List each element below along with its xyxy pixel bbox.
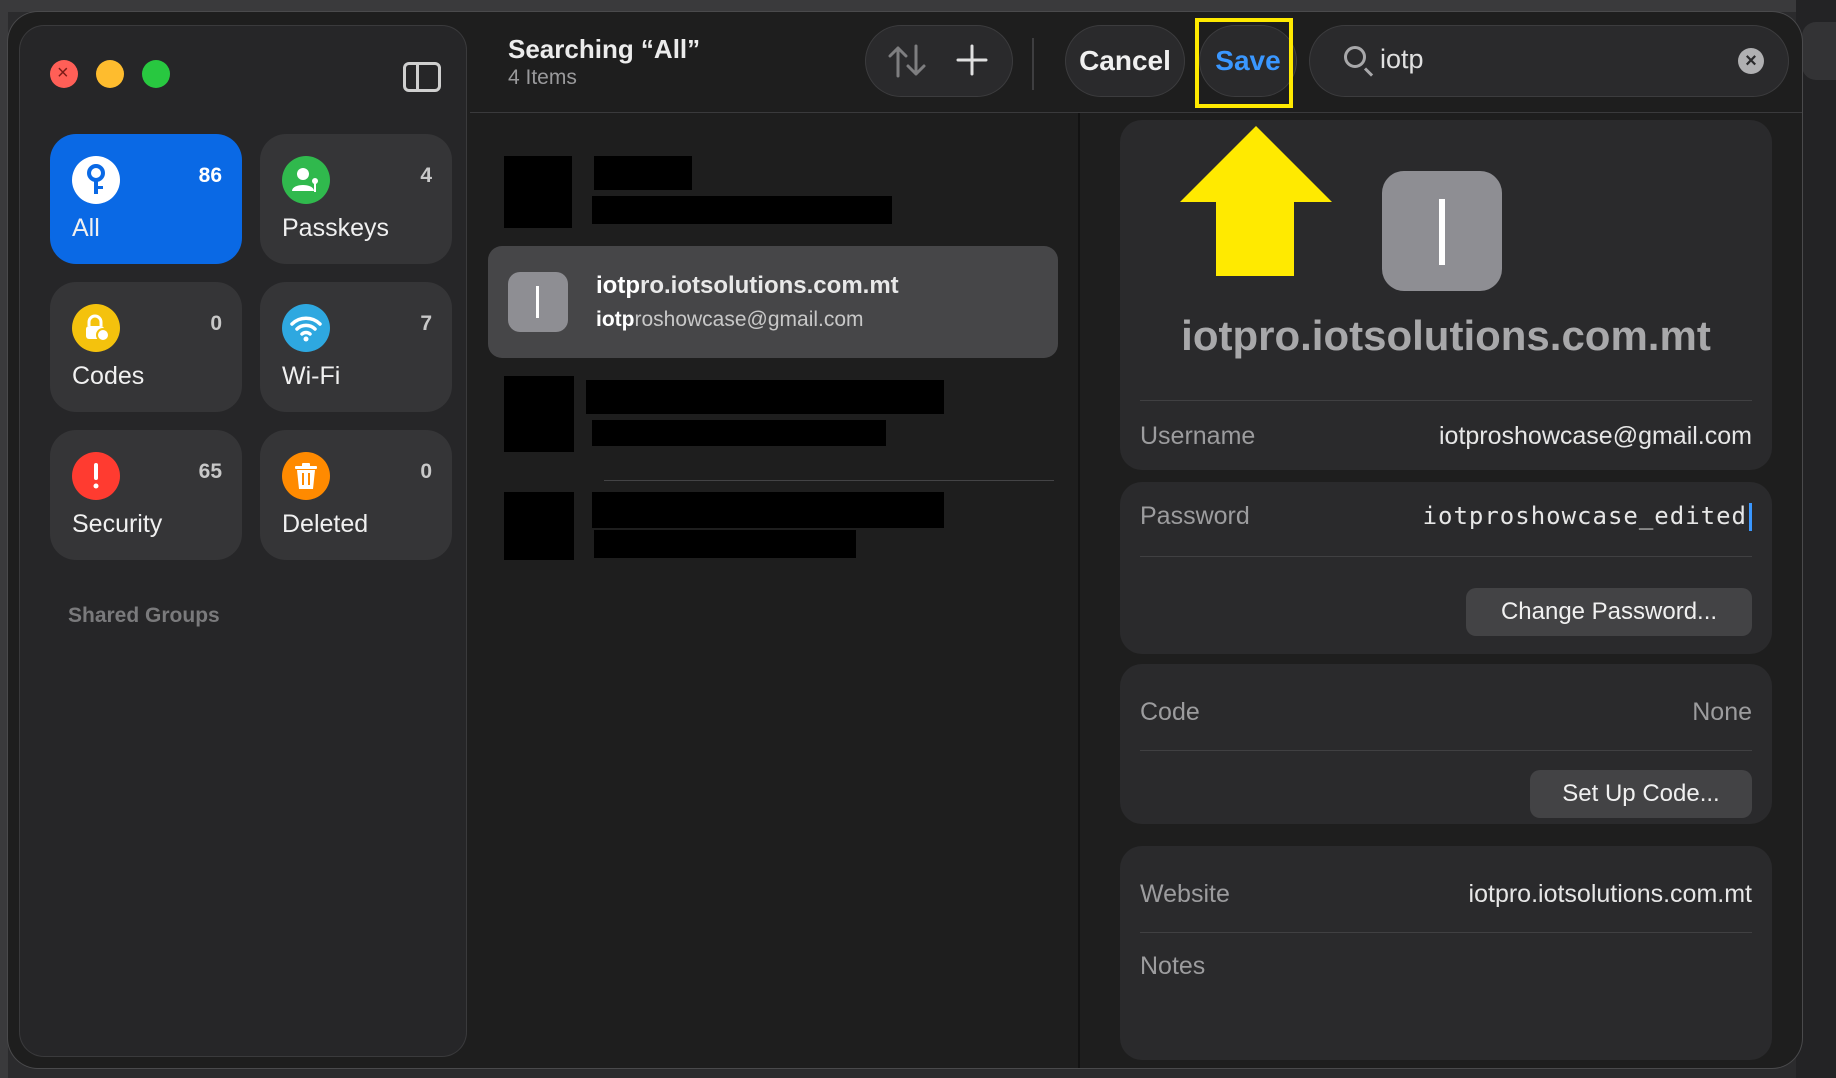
passkey-person-icon [282, 156, 330, 204]
category-tile-all[interactable]: 86 All [50, 134, 242, 264]
category-tile-codes[interactable]: 0 Codes [50, 282, 242, 412]
category-count: 0 [210, 312, 222, 335]
redacted-row-subtitle [594, 530, 856, 558]
category-label: Security [72, 510, 163, 538]
username-label: Username [1140, 422, 1256, 450]
category-tile-security[interactable]: 65 Security [50, 430, 242, 560]
search-icon [1344, 46, 1366, 68]
up-arrow-annotation [1180, 126, 1332, 276]
category-tile-deleted[interactable]: 0 Deleted [260, 430, 452, 560]
desktop-background-left [0, 0, 8, 1078]
card-separator [1140, 400, 1752, 401]
list-item-subtitle: iotproshowcase@gmail.com [596, 308, 864, 331]
code-label: Code [1140, 698, 1200, 726]
list-item-selected[interactable]: iotpro.iotsolutions.com.mt iotproshowcas… [488, 246, 1058, 358]
key-icon [72, 156, 120, 204]
redacted-row-title [586, 380, 944, 414]
password-card: Password iotproshowcase_edited Change Pa… [1120, 482, 1772, 654]
close-window-button[interactable] [50, 60, 78, 88]
shared-groups-header: Shared Groups [68, 604, 220, 627]
category-label: All [72, 214, 100, 242]
toolbar-separator [470, 112, 1802, 113]
list-item-title: iotpro.iotsolutions.com.mt [596, 272, 899, 299]
category-tile-wifi[interactable]: 7 Wi-Fi [260, 282, 452, 412]
list-separator [604, 480, 1054, 481]
website-field[interactable]: iotpro.iotsolutions.com.mt [1469, 880, 1752, 909]
set-up-code-button[interactable]: Set Up Code... [1530, 770, 1752, 818]
wifi-icon [282, 304, 330, 352]
sort-add-group [866, 26, 1012, 96]
background-window-edge [1802, 22, 1836, 80]
search-input[interactable]: iotp [1380, 44, 1424, 75]
page-title: Searching “All” [508, 34, 701, 64]
desktop-background-top [0, 0, 1836, 12]
category-tile-passkeys[interactable]: 4 Passkeys [260, 134, 452, 264]
redacted-row-title [594, 156, 692, 190]
redacted-row-icon [504, 492, 574, 560]
password-field[interactable]: iotproshowcase_edited [1423, 502, 1752, 531]
card-separator [1140, 750, 1752, 751]
change-password-button[interactable]: Change Password... [1466, 588, 1752, 636]
website-notes-card: Website iotpro.iotsolutions.com.mt Notes [1120, 846, 1772, 1060]
minimize-window-button[interactable] [96, 60, 124, 88]
site-letter-icon [508, 272, 568, 332]
add-icon[interactable] [952, 40, 992, 80]
category-count: 0 [420, 460, 432, 483]
maximize-window-button[interactable] [142, 60, 170, 88]
category-count: 86 [198, 164, 222, 187]
password-label: Password [1140, 502, 1250, 530]
sidebar-toggle-icon[interactable] [403, 62, 441, 92]
category-count: 65 [198, 460, 222, 483]
category-label: Passkeys [282, 214, 389, 242]
save-highlight-annotation [1195, 18, 1293, 108]
category-label: Deleted [282, 510, 369, 538]
website-label: Website [1140, 880, 1230, 908]
redacted-row-icon [504, 376, 574, 452]
toolbar-divider [1032, 38, 1034, 90]
redacted-row-subtitle [592, 196, 892, 224]
pane-divider [1078, 113, 1080, 1068]
sort-icon[interactable] [886, 44, 930, 78]
category-label: Codes [72, 362, 145, 390]
text-caret [1749, 503, 1752, 531]
redacted-row-subtitle [592, 420, 886, 446]
category-count: 4 [420, 164, 432, 187]
site-letter-icon [1382, 171, 1502, 291]
notes-label: Notes [1140, 952, 1206, 980]
clear-search-icon[interactable]: × [1738, 48, 1764, 74]
redacted-row-title [592, 492, 944, 528]
category-count: 7 [420, 312, 432, 335]
username-field[interactable]: iotproshowcase@gmail.com [1439, 422, 1752, 451]
trash-icon [282, 452, 330, 500]
card-separator [1140, 556, 1752, 557]
desktop-background-right [1796, 0, 1836, 1078]
item-count: 4 Items [508, 66, 577, 89]
cancel-button[interactable]: Cancel [1066, 26, 1184, 96]
redacted-row-icon [504, 156, 572, 228]
detail-title: iotpro.iotsolutions.com.mt [1181, 312, 1711, 359]
category-label: Wi-Fi [282, 362, 341, 390]
code-value: None [1692, 698, 1752, 726]
passwords-window: 86 All 4 Passkeys 0 Codes 7 Wi-Fi [8, 12, 1802, 1068]
lock-clock-icon [72, 304, 120, 352]
search-field[interactable]: iotp × [1310, 26, 1788, 96]
exclamation-icon [72, 452, 120, 500]
sidebar: 86 All 4 Passkeys 0 Codes 7 Wi-Fi [20, 26, 466, 1056]
card-separator [1140, 932, 1752, 933]
code-card: Code None Set Up Code... [1120, 664, 1772, 824]
